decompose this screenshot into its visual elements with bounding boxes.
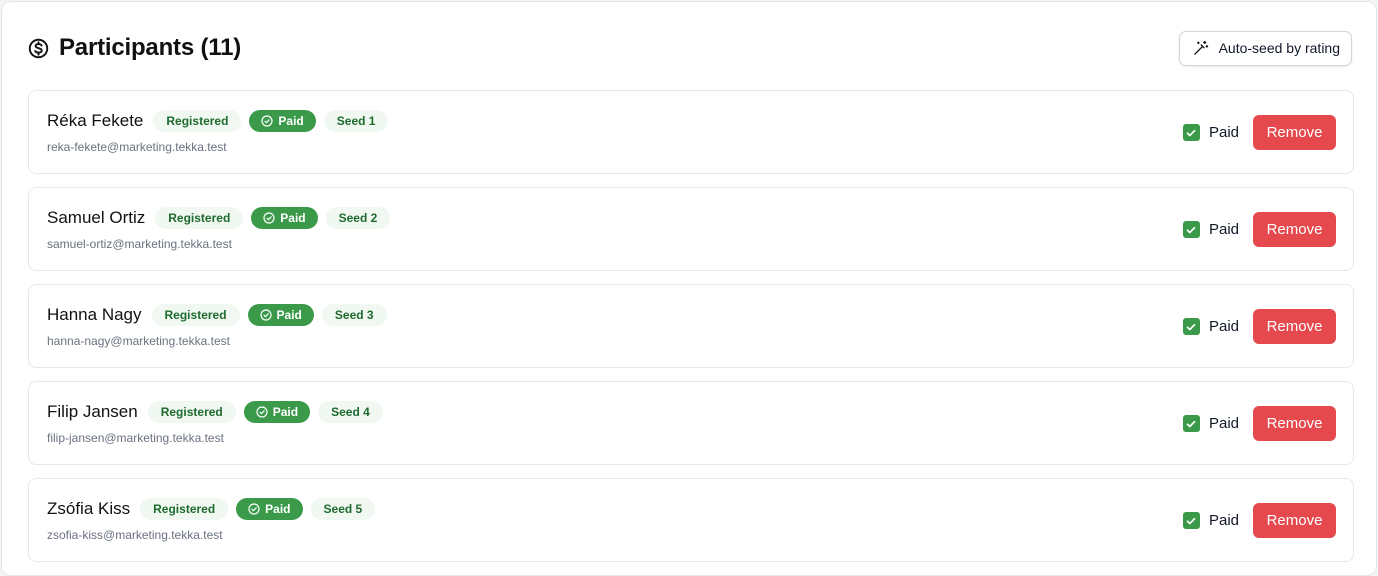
paid-checkbox[interactable] [1182,318,1200,335]
participant-info: Hanna Nagy Registered Paid Seed 3 hanna-… [47,303,395,348]
status-badge: Registered [147,401,236,423]
checkmark-icon [1187,420,1196,427]
paid-badge: Paid [243,401,311,423]
participant-email: hanna-nagy@marketing.tekka.test [47,334,230,348]
seed-badge: Seed 1 [323,110,389,132]
remove-button[interactable]: Remove [1253,406,1336,441]
participant-header-line: Filip Jansen Registered Paid Seed 4 [47,400,391,424]
title-group: Participants (11) [28,34,241,62]
paid-checkbox-label[interactable]: Paid [1209,221,1239,238]
paid-checkbox[interactable] [1182,124,1200,141]
paid-checkbox-label[interactable]: Paid [1209,318,1239,335]
paid-badge-label: Paid [278,114,304,128]
status-badge: Registered [155,207,244,229]
participant-email: reka-fekete@marketing.tekka.test [47,140,227,154]
participant-actions: Paid Remove [1182,309,1336,344]
participant-row: Zsófia Kiss Registered Paid Seed 5 zsofi… [28,478,1354,562]
remove-button[interactable]: Remove [1253,212,1336,247]
checkmark-icon [1187,517,1196,524]
check-circle-icon [263,212,275,224]
paid-checkbox-label[interactable]: Paid [1209,512,1239,529]
participants-panel: Participants (11) Auto-seed by rating Ré… [1,1,1377,576]
auto-seed-button[interactable]: Auto-seed by rating [1178,30,1352,66]
seed-badge: Seed 4 [318,401,383,423]
checkmark-icon [1187,323,1196,330]
participant-row: Filip Jansen Registered Paid Seed 4 fili… [28,381,1354,465]
participant-email: zsofia-kiss@marketing.tekka.test [47,528,223,542]
paid-badge-label: Paid [272,405,299,419]
participant-header-line: Zsófia Kiss Registered Paid Seed 5 [47,497,383,521]
check-circle-icon [259,309,272,321]
participant-info: Samuel Ortiz Registered Paid Seed 2 samu… [47,206,398,251]
remove-button[interactable]: Remove [1253,309,1336,344]
paid-badge: Paid [249,110,316,132]
status-badge: Registered [151,304,240,326]
panel-header: Participants (11) Auto-seed by rating [28,30,1352,66]
participant-row: Réka Fekete Registered Paid Seed 1 reka-… [28,90,1354,174]
paid-checkbox-label[interactable]: Paid [1209,124,1239,141]
paid-checkbox[interactable] [1182,415,1200,432]
paid-checkbox[interactable] [1182,221,1200,238]
paid-checkbox-label[interactable]: Paid [1209,415,1239,432]
participant-header-line: Hanna Nagy Registered Paid Seed 3 [47,303,395,327]
participant-name: Samuel Ortiz [47,208,146,227]
paid-checkbox[interactable] [1182,512,1200,529]
participant-email: filip-jansen@marketing.tekka.test [47,431,224,445]
paid-badge: Paid [236,498,303,520]
participant-actions: Paid Remove [1182,406,1336,441]
status-badge: Registered [153,110,242,132]
participant-info: Réka Fekete Registered Paid Seed 1 reka-… [47,109,396,154]
remove-button[interactable]: Remove [1253,503,1336,538]
participant-header-line: Samuel Ortiz Registered Paid Seed 2 [47,206,398,230]
participant-actions: Paid Remove [1182,503,1336,538]
check-circle-icon [248,503,260,515]
paid-badge-label: Paid [280,211,306,225]
participant-info: Filip Jansen Registered Paid Seed 4 fili… [47,400,391,445]
checkmark-icon [1187,226,1196,233]
participant-row: Hanna Nagy Registered Paid Seed 3 hanna-… [28,284,1354,368]
paid-badge: Paid [247,304,314,326]
participant-row: Samuel Ortiz Registered Paid Seed 2 samu… [28,187,1354,271]
paid-badge-label: Paid [265,502,291,516]
check-circle-icon [261,115,274,127]
dollar-circle-icon [28,38,49,59]
participant-name: Zsófia Kiss [47,499,131,518]
page-title: Participants (11) [59,34,242,61]
magic-wand-icon [1192,40,1209,57]
paid-badge-label: Paid [276,308,302,322]
participant-name: Réka Fekete [47,111,144,130]
participant-name: Hanna Nagy [47,305,142,324]
check-circle-icon [256,406,268,418]
remove-button[interactable]: Remove [1253,115,1336,150]
participant-list: Réka Fekete Registered Paid Seed 1 reka-… [28,90,1354,575]
seed-badge: Seed 2 [325,207,391,229]
seed-badge: Seed 5 [310,498,376,520]
seed-badge: Seed 3 [321,304,387,326]
paid-badge: Paid [251,207,318,229]
status-badge: Registered [140,498,229,520]
auto-seed-label: Auto-seed by rating [1218,40,1340,56]
participant-actions: Paid Remove [1182,212,1336,247]
checkmark-icon [1187,129,1196,136]
participant-actions: Paid Remove [1182,115,1336,150]
participant-name: Filip Jansen [47,402,138,421]
participant-info: Zsófia Kiss Registered Paid Seed 5 zsofi… [47,497,383,542]
participant-email: samuel-ortiz@marketing.tekka.test [47,237,232,251]
participant-header-line: Réka Fekete Registered Paid Seed 1 [47,109,396,133]
